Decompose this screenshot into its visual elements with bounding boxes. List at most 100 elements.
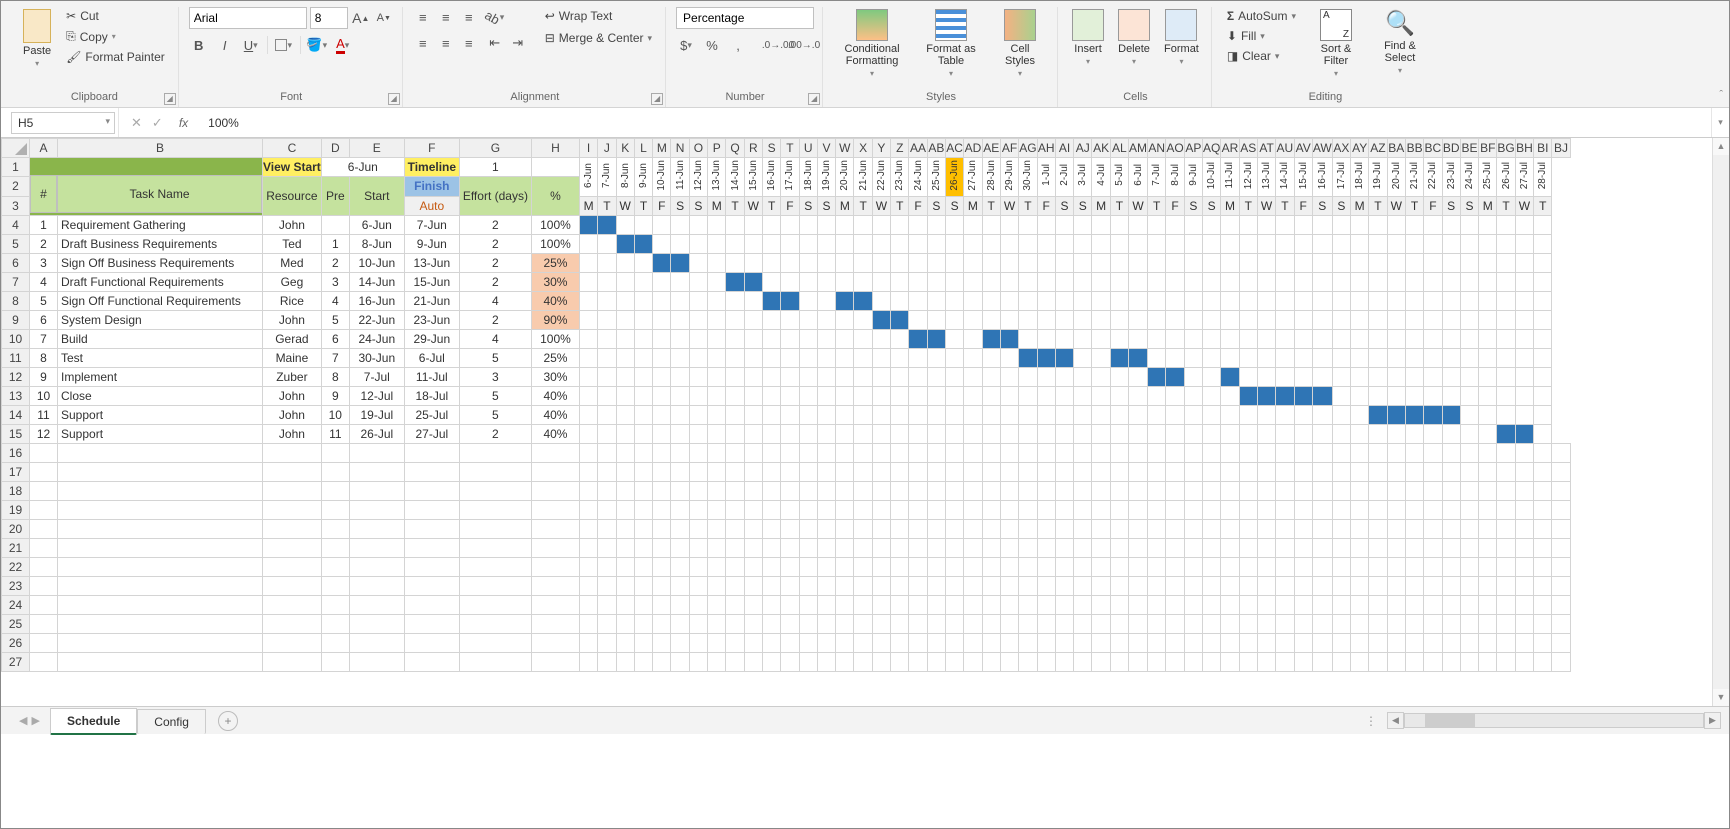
empty-cell[interactable] (927, 481, 945, 500)
empty-cell[interactable] (964, 576, 982, 595)
date-header[interactable]: 27-Jul (1515, 158, 1533, 197)
date-header[interactable]: 9-Jul (1184, 158, 1202, 197)
empty-cell[interactable] (1129, 500, 1148, 519)
empty-cell[interactable] (1000, 633, 1018, 652)
empty-cell[interactable] (982, 576, 1000, 595)
empty-cell[interactable] (1405, 557, 1423, 576)
empty-cell[interactable] (1257, 443, 1275, 462)
empty-cell[interactable] (634, 652, 652, 671)
empty-cell[interactable] (872, 576, 890, 595)
col-header[interactable]: B (58, 139, 263, 158)
empty-cell[interactable] (872, 538, 890, 557)
empty-cell[interactable] (1351, 652, 1369, 671)
gantt-cell[interactable] (1202, 405, 1220, 424)
empty-cell[interactable] (1148, 481, 1166, 500)
gantt-cell[interactable] (1000, 291, 1018, 310)
empty-cell[interactable] (1166, 595, 1184, 614)
empty-cell[interactable] (404, 519, 459, 538)
gantt-cell[interactable] (1202, 424, 1220, 443)
gantt-cell[interactable] (1332, 234, 1350, 253)
empty-cell[interactable] (263, 576, 322, 595)
empty-cell[interactable] (349, 557, 404, 576)
gantt-cell[interactable] (1074, 424, 1092, 443)
empty-cell[interactable] (836, 595, 854, 614)
gantt-cell[interactable] (1369, 367, 1387, 386)
gantt-cell[interactable] (1460, 367, 1478, 386)
empty-cell[interactable] (1534, 519, 1552, 538)
task-resource[interactable]: Gerad (263, 329, 322, 348)
gantt-cell[interactable] (1497, 310, 1515, 329)
empty-cell[interactable] (872, 462, 890, 481)
gantt-cell[interactable] (1019, 386, 1037, 405)
gantt-cell[interactable] (1497, 348, 1515, 367)
empty-cell[interactable] (909, 538, 927, 557)
empty-cell[interactable] (927, 538, 945, 557)
col-header[interactable]: N (671, 139, 689, 158)
empty-cell[interactable] (1148, 538, 1166, 557)
col-header[interactable]: AY (1351, 139, 1369, 158)
format-as-table-button[interactable]: Format as Table▾ (917, 7, 985, 80)
gantt-cell[interactable] (1497, 329, 1515, 348)
empty-cell[interactable] (1387, 481, 1405, 500)
empty-cell[interactable] (836, 538, 854, 557)
empty-cell[interactable] (1312, 519, 1332, 538)
gantt-cell[interactable] (836, 424, 854, 443)
task-percent[interactable]: 40% (531, 424, 579, 443)
gantt-cell[interactable] (1257, 215, 1275, 234)
formula-expand-button[interactable]: ▾ (1711, 108, 1729, 137)
dow-header[interactable]: T (634, 196, 652, 215)
empty-cell[interactable] (854, 557, 872, 576)
empty-cell[interactable] (726, 462, 744, 481)
empty-cell[interactable] (1460, 614, 1478, 633)
empty-cell[interactable] (689, 557, 707, 576)
empty-cell[interactable] (781, 500, 799, 519)
empty-cell[interactable] (854, 576, 872, 595)
date-header[interactable]: 14-Jun (726, 158, 744, 197)
gantt-cell[interactable] (1019, 348, 1037, 367)
task-pre[interactable]: 7 (321, 348, 349, 367)
empty-cell[interactable] (1239, 519, 1257, 538)
empty-cell[interactable] (671, 500, 689, 519)
empty-cell[interactable] (1055, 443, 1073, 462)
empty-cell[interactable] (1497, 500, 1515, 519)
gantt-cell[interactable] (634, 405, 652, 424)
empty-cell[interactable] (744, 500, 762, 519)
gantt-cell[interactable] (1387, 253, 1405, 272)
task-name[interactable]: Requirement Gathering (58, 215, 263, 234)
dow-header[interactable]: F (1294, 196, 1312, 215)
empty-cell[interactable] (579, 500, 597, 519)
empty-cell[interactable] (909, 595, 927, 614)
gantt-cell[interactable] (1202, 348, 1220, 367)
gantt-cell[interactable] (1442, 386, 1460, 405)
empty-cell[interactable] (891, 519, 909, 538)
empty-cell[interactable] (1351, 614, 1369, 633)
col-header[interactable]: AW (1312, 139, 1332, 158)
empty-cell[interactable] (1276, 595, 1294, 614)
gantt-cell[interactable] (909, 329, 927, 348)
gantt-cell[interactable] (799, 329, 817, 348)
row-header[interactable]: 21 (2, 538, 30, 557)
empty-cell[interactable] (689, 500, 707, 519)
empty-cell[interactable] (1515, 462, 1533, 481)
gantt-cell[interactable] (1479, 405, 1497, 424)
gantt-cell[interactable] (781, 348, 799, 367)
gantt-cell[interactable] (1387, 405, 1405, 424)
gantt-cell[interactable] (1257, 253, 1275, 272)
gantt-cell[interactable] (1257, 272, 1275, 291)
orientation-button[interactable]: ab (485, 7, 505, 27)
empty-cell[interactable] (1037, 595, 1055, 614)
gantt-cell[interactable] (1351, 291, 1369, 310)
empty-cell[interactable] (964, 652, 982, 671)
task-finish[interactable]: 13-Jun (404, 253, 459, 272)
empty-cell[interactable] (1479, 652, 1497, 671)
empty-cell[interactable] (263, 652, 322, 671)
empty-cell[interactable] (726, 576, 744, 595)
empty-cell[interactable] (1221, 614, 1239, 633)
row-header[interactable]: 27 (2, 652, 30, 671)
gantt-cell[interactable] (927, 405, 945, 424)
gantt-cell[interactable] (872, 405, 890, 424)
empty-cell[interactable] (1166, 443, 1184, 462)
gantt-cell[interactable] (653, 215, 671, 234)
empty-cell[interactable] (1552, 481, 1570, 500)
empty-cell[interactable] (58, 576, 263, 595)
